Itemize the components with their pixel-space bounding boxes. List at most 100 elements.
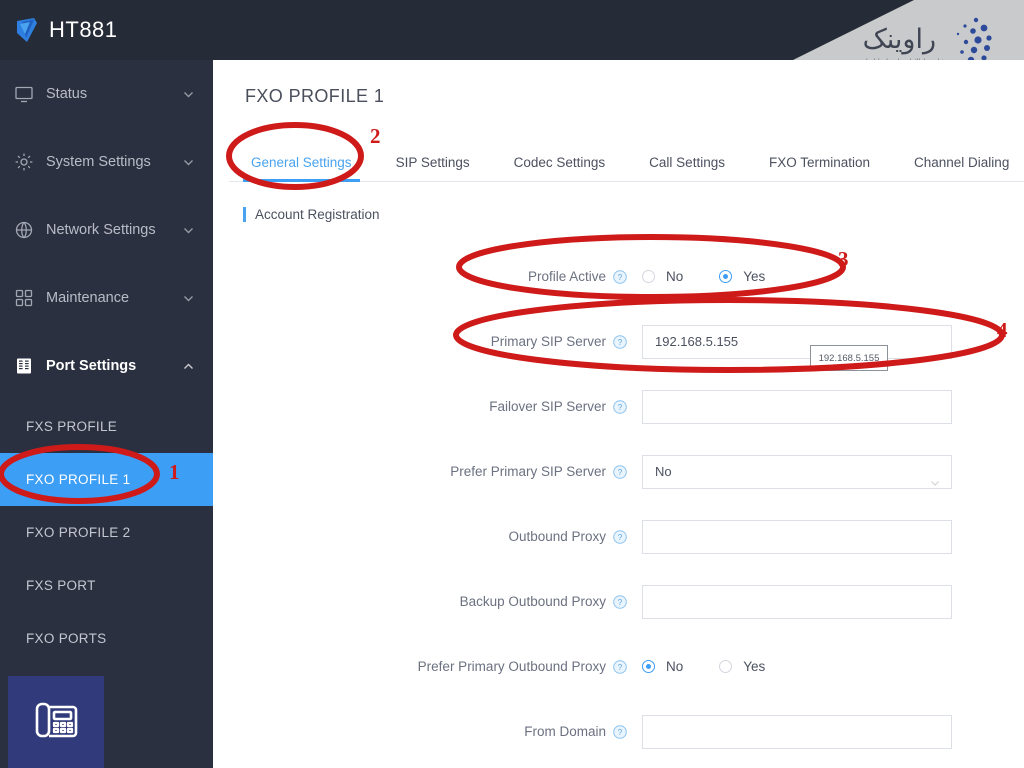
radio-icon[interactable] [719, 660, 733, 673]
section-accent-bar [243, 207, 246, 222]
tab-label: Call Settings [649, 155, 725, 170]
sidebar-item-fxs-port[interactable]: FXS PORT [0, 559, 213, 612]
sip-server-tooltip: 192.168.5.155 [810, 345, 888, 371]
svg-text:?: ? [618, 533, 623, 542]
sidebar-item-label: System Settings [46, 154, 151, 170]
field-label: Prefer Primary Outbound Proxy [417, 659, 606, 674]
annotation-number-2: 2 [370, 124, 381, 148]
radio-label: No [666, 659, 684, 674]
help-circle-icon[interactable]: ? [613, 464, 627, 479]
field-label: Backup Outbound Proxy [459, 594, 606, 609]
tab-fxo-termination[interactable]: FXO Termination [747, 155, 892, 181]
sidebar-item-fxo-ports[interactable]: FXO PORTS [0, 612, 213, 665]
field-label: Outbound Proxy [508, 529, 606, 544]
chevron-down-icon [182, 224, 195, 237]
radio-option-no[interactable]: No [642, 659, 683, 674]
grandstream-logo-icon [14, 16, 40, 44]
radio-icon-selected[interactable] [642, 660, 655, 673]
primary-sip-server-input[interactable]: 192.168.5.155 [642, 324, 952, 359]
sidebar-item-label: Network Settings [46, 222, 156, 238]
svg-text:?: ? [618, 598, 623, 607]
brand-header: HT881 [0, 0, 213, 60]
chevron-down-icon [930, 468, 940, 486]
field-control [642, 584, 1024, 619]
tab-general-settings[interactable]: General Settings [229, 155, 374, 182]
sidebar-item-fxo-profile-2[interactable]: FXO PROFILE 2 [0, 506, 213, 559]
annotation-number-1: 1 [169, 460, 180, 484]
sidebar-item-port-settings[interactable]: Port Settings [0, 332, 213, 400]
field-label: Failover SIP Server [489, 399, 606, 414]
sidebar-subitem-label: FXO PROFILE 1 [26, 472, 131, 487]
prefer-primary-sip-server-select[interactable]: No [642, 454, 952, 489]
app-root: HT881 Status System Settings Network Set… [0, 0, 1024, 768]
sidebar-item-system-settings[interactable]: System Settings [0, 128, 213, 196]
radio-option-yes[interactable]: Yes [719, 659, 765, 674]
svg-text:?: ? [618, 273, 623, 282]
section-header-account-registration: Account Registration [243, 207, 380, 222]
help-circle-icon[interactable]: ? [613, 724, 627, 739]
field-from-domain: From Domain ? [213, 699, 1024, 764]
radio-label: No [666, 269, 684, 284]
settings-form: Profile Active ? No Yes Primary SIP Serv… [213, 244, 1024, 764]
page-title: FXO PROFILE 1 [245, 86, 385, 106]
chevron-down-icon [182, 292, 195, 305]
field-control [642, 519, 1024, 554]
field-label: Primary SIP Server [490, 334, 606, 349]
tab-label: SIP Settings [395, 155, 470, 170]
radio-icon-selected[interactable] [719, 270, 733, 283]
field-control [642, 714, 1024, 749]
backup-outbound-proxy-input[interactable] [642, 584, 952, 619]
radio-group-prefer-primary-outbound-proxy: No Yes [642, 659, 1024, 674]
tab-sip-settings[interactable]: SIP Settings [374, 155, 492, 181]
field-backup-outbound-proxy: Backup Outbound Proxy ? [213, 569, 1024, 634]
sidebar-item-label: Status [46, 86, 88, 102]
sidebar-item-label: Port Settings [46, 358, 137, 374]
sidebar-item-status[interactable]: Status [0, 60, 213, 128]
field-primary-sip-server: Primary SIP Server ? 192.168.5.155 [213, 309, 1024, 374]
top-header-bar [213, 0, 1024, 60]
chevron-down-icon [182, 156, 195, 169]
radio-option-no[interactable]: No [642, 269, 683, 284]
sidebar-item-maintenance[interactable]: Maintenance [0, 264, 213, 332]
field-failover-sip-server: Failover SIP Server ? [213, 374, 1024, 439]
help-circle-icon[interactable]: ? [613, 529, 627, 544]
sidebar-item-fxs-profile[interactable]: FXS PROFILE [0, 400, 213, 453]
from-domain-input[interactable] [642, 714, 952, 749]
radio-label: Yes [743, 659, 766, 674]
help-circle-icon[interactable]: ? [613, 594, 627, 609]
field-control [642, 389, 1024, 424]
globe-icon [14, 220, 34, 240]
outbound-proxy-input[interactable] [642, 519, 952, 554]
annotation-number-4: 4 [997, 318, 1008, 342]
field-label: Profile Active [527, 269, 606, 284]
brand-name: HT881 [49, 17, 118, 42]
help-circle-icon[interactable]: ? [613, 399, 627, 414]
desk-phone-badge [8, 676, 104, 768]
failover-sip-server-input[interactable] [642, 389, 952, 424]
help-circle-icon[interactable]: ? [613, 334, 627, 349]
tab-channel-dialing[interactable]: Channel Dialing [892, 155, 1024, 181]
radio-group-profile-active: No Yes [642, 269, 1024, 284]
tab-label: Codec Settings [513, 155, 606, 170]
chevron-up-icon [182, 360, 195, 373]
help-circle-icon[interactable]: ? [613, 269, 627, 284]
field-outbound-proxy: Outbound Proxy ? [213, 504, 1024, 569]
help-circle-icon[interactable]: ? [613, 659, 627, 674]
tab-bar: General Settings SIP Settings Codec Sett… [229, 138, 1024, 182]
tab-call-settings[interactable]: Call Settings [627, 155, 747, 181]
tab-label: Channel Dialing [914, 155, 1010, 170]
radio-icon[interactable] [642, 270, 655, 283]
monitor-icon [14, 84, 34, 104]
section-title: Account Registration [255, 207, 380, 222]
svg-text:?: ? [618, 663, 623, 672]
sidebar-item-network-settings[interactable]: Network Settings [0, 196, 213, 264]
sidebar-subitem-label: FXO PROFILE 2 [26, 525, 131, 540]
sidebar-item-fxo-profile-1[interactable]: FXO PROFILE 1 [0, 453, 213, 506]
tab-codec-settings[interactable]: Codec Settings [492, 155, 628, 181]
field-profile-active: Profile Active ? No Yes [213, 244, 1024, 309]
radio-option-yes[interactable]: Yes [719, 269, 765, 284]
svg-text:?: ? [618, 338, 623, 347]
desk-phone-icon [29, 693, 83, 752]
tab-label: FXO Termination [768, 155, 871, 170]
main-content: FXO PROFILE 1 General Settings SIP Setti… [213, 60, 1024, 768]
